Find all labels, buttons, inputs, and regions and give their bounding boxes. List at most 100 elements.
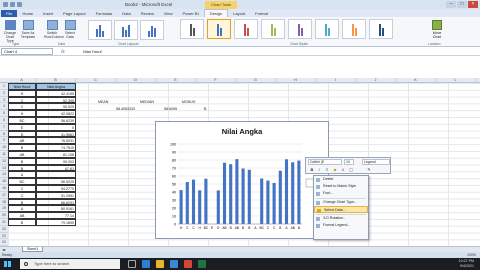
row-header[interactable]: 19	[0, 205, 8, 213]
row-header[interactable]: 21	[0, 218, 8, 226]
taskbar-search-input[interactable]: Type here to search	[20, 259, 120, 269]
formula-bar-expanded-area[interactable]	[0, 56, 480, 78]
row-header[interactable]: 3	[0, 96, 8, 104]
minimize-button[interactable]: –	[446, 1, 456, 8]
cell-nilai-huruf[interactable]: C	[8, 96, 36, 104]
cell-nilai-angka[interactable]: 41.9681	[36, 130, 76, 138]
tab-power-bi[interactable]: Power BI	[177, 10, 203, 17]
bar[interactable]	[291, 162, 295, 224]
menu-item[interactable]: Change Chart Type...	[314, 199, 368, 206]
column-header-g[interactable]: G	[236, 78, 276, 83]
cell-nilai-angka[interactable]: 42.4195	[36, 89, 76, 97]
row-header[interactable]: 5	[0, 110, 8, 117]
save-icon[interactable]	[3, 2, 8, 7]
file-explorer-icon[interactable]	[156, 260, 164, 268]
column-header-f[interactable]: F	[196, 78, 236, 83]
font-name-select[interactable]: Calibri (E	[308, 159, 342, 165]
median-label[interactable]: MEDIAN	[140, 100, 154, 104]
style-7[interactable]	[342, 19, 366, 39]
column-header-c[interactable]: C	[76, 78, 116, 83]
bar[interactable]	[229, 164, 233, 224]
modus-label[interactable]: MODUS	[182, 100, 195, 104]
chart-styles-gallery[interactable]	[180, 19, 420, 43]
menu-item[interactable]: Reset to Match Style	[314, 183, 368, 190]
cell-nilai-angka[interactable]: 74.7515	[36, 144, 76, 151]
row-header[interactable]: 17	[0, 191, 8, 199]
cell-nilai-angka[interactable]: 55.529	[36, 103, 76, 111]
outline-icon[interactable]: ▢	[348, 167, 354, 173]
align-icon[interactable]: ≡	[324, 167, 330, 173]
row-header[interactable]: 13	[0, 164, 8, 172]
menu-item[interactable]: Select Data...	[314, 206, 368, 213]
bar[interactable]	[179, 190, 183, 224]
cell-nilai-huruf[interactable]: H	[8, 89, 36, 97]
style-5[interactable]	[288, 19, 312, 39]
redo-icon[interactable]	[17, 2, 22, 7]
row-header[interactable]: 2	[0, 89, 8, 97]
windows-start-icon[interactable]	[4, 261, 11, 267]
cell-nilai-angka[interactable]: 54.2775	[36, 184, 76, 192]
cell-nilai-huruf[interactable]: A	[8, 205, 36, 213]
cell-nilai-huruf[interactable]: B	[8, 144, 36, 151]
cell-nilai-angka[interactable]	[36, 171, 76, 179]
cell-nilai-angka[interactable]: 56.9225	[36, 178, 76, 185]
style-3[interactable]	[234, 19, 258, 39]
chart-plot-area[interactable]: 0102030405060708090100H C C H BC E D AB B AB B B A BC…	[156, 122, 330, 240]
move-chart-button[interactable]: Move Chart	[430, 20, 444, 40]
cell-nilai-huruf[interactable]: A	[8, 171, 36, 179]
chrome-icon[interactable]	[184, 260, 192, 268]
cell-nilai-huruf[interactable]: B	[8, 157, 36, 165]
style-6[interactable]	[315, 19, 339, 39]
cell-nilai-huruf[interactable]: AB	[8, 212, 36, 219]
row-header[interactable]: 4	[0, 103, 8, 111]
bar[interactable]	[272, 182, 276, 224]
cell-nilai-huruf[interactable]: E	[8, 123, 36, 131]
cell-nilai-huruf[interactable]: BC	[8, 116, 36, 124]
cell-nilai-angka[interactable]: 51.2951	[36, 191, 76, 199]
bar[interactable]	[216, 190, 220, 224]
cell-nilai-huruf[interactable]: C	[8, 191, 36, 199]
cell-nilai-huruf[interactable]: B	[8, 218, 36, 226]
bar[interactable]	[241, 168, 245, 224]
cell-nilai-huruf[interactable]: C	[8, 103, 36, 111]
bar[interactable]	[222, 162, 227, 224]
cell-nilai-huruf[interactable]: D	[8, 130, 36, 138]
cell-nilai-huruf[interactable]: B	[8, 164, 36, 172]
mean-value[interactable]: 58.4053333	[116, 107, 135, 111]
system-tray[interactable]: 10:27 PM 9/4/2021	[459, 259, 474, 269]
fill-color-icon[interactable]: ◆	[332, 167, 338, 173]
tab-formulas[interactable]: Formulas	[91, 10, 118, 17]
maximize-button[interactable]: □	[457, 1, 467, 8]
cell-nilai-huruf[interactable]: AB	[8, 137, 36, 145]
font-color-icon[interactable]: A	[340, 167, 346, 173]
bar[interactable]	[191, 179, 196, 224]
chart-element-select[interactable]: Legend	[362, 159, 390, 165]
bar[interactable]	[266, 180, 270, 224]
formula-input[interactable]: Nilai Huruf	[83, 49, 102, 54]
tab-home[interactable]: Home	[17, 10, 38, 17]
row-header[interactable]: 12	[0, 157, 8, 165]
bar-chart[interactable]: Nilai Angka 0 10 20 30 40 50 60 70 80 90 100 H C C H BC…	[155, 121, 329, 239]
name-box[interactable]: Chart 4	[1, 47, 53, 55]
switch-row-column-button[interactable]: Switch Row/Column	[44, 20, 64, 40]
cell-nilai-huruf[interactable]: B	[8, 198, 36, 206]
layout-2[interactable]	[114, 20, 138, 40]
row-header[interactable]: 7	[0, 123, 8, 131]
row-header[interactable]: 23	[0, 232, 8, 240]
cell-nilai-angka[interactable]: 0	[36, 123, 76, 131]
tab-page-layout[interactable]: Page Layout	[58, 10, 90, 17]
row-header[interactable]: 22	[0, 225, 8, 233]
column-header-e[interactable]: E	[156, 78, 196, 83]
bar[interactable]	[278, 170, 282, 224]
menu-item[interactable]: Format Legend...	[314, 222, 368, 229]
tab-view[interactable]: View	[159, 10, 178, 17]
menu-item[interactable]: Font...	[314, 190, 368, 197]
row-header[interactable]: 18	[0, 198, 8, 206]
row-header[interactable]: 20	[0, 212, 8, 219]
cell-nilai-angka[interactable]: 99.303	[36, 157, 76, 165]
save-as-template-button[interactable]: Save As Template	[20, 20, 36, 40]
bar[interactable]	[297, 160, 301, 224]
tab-review[interactable]: Review	[136, 10, 159, 17]
header-nilai-huruf[interactable]: Nilai Huruf	[8, 83, 36, 90]
cell-nilai-angka[interactable]: 81.108	[36, 150, 76, 158]
